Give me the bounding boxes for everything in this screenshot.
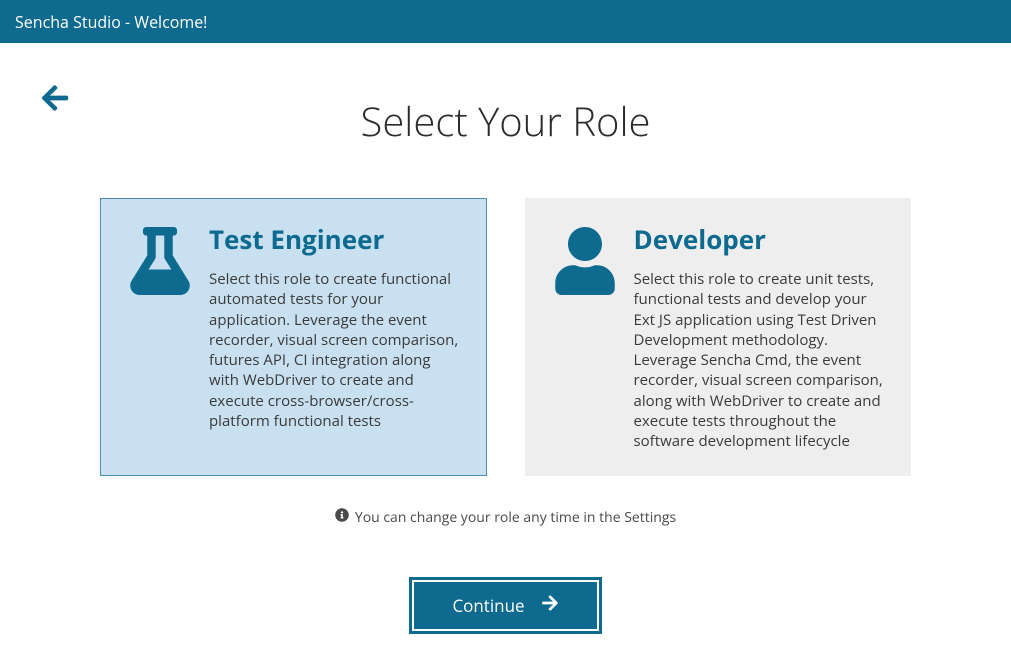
role-card-developer[interactable]: Developer Select this role to create uni… xyxy=(525,198,912,476)
arrow-right-icon xyxy=(541,594,559,617)
continue-button[interactable]: Continue xyxy=(414,582,596,629)
back-button[interactable] xyxy=(40,83,70,118)
user-icon xyxy=(550,221,620,453)
flask-icon xyxy=(125,221,195,453)
info-icon xyxy=(335,508,349,527)
window-title: Sencha Studio - Welcome! xyxy=(15,11,207,33)
main-content: Select Your Role Test Engineer Select th… xyxy=(0,43,1011,629)
settings-note: You can change your role any time in the… xyxy=(40,508,971,527)
card-title: Test Engineer xyxy=(209,221,462,257)
card-title: Developer xyxy=(634,221,887,257)
card-description: Select this role to create functional au… xyxy=(209,269,462,431)
continue-wrapper: Continue xyxy=(40,582,971,629)
card-body: Developer Select this role to create uni… xyxy=(620,221,887,453)
window-titlebar: Sencha Studio - Welcome! xyxy=(0,0,1011,43)
card-body: Test Engineer Select this role to create… xyxy=(195,221,462,453)
arrow-left-icon xyxy=(40,96,70,118)
card-description: Select this role to create unit tests, f… xyxy=(634,269,887,451)
role-cards: Test Engineer Select this role to create… xyxy=(40,198,971,476)
page-title: Select Your Role xyxy=(40,93,971,148)
continue-label: Continue xyxy=(452,594,524,617)
role-card-test-engineer[interactable]: Test Engineer Select this role to create… xyxy=(100,198,487,476)
note-text: You can change your role any time in the… xyxy=(355,508,676,527)
